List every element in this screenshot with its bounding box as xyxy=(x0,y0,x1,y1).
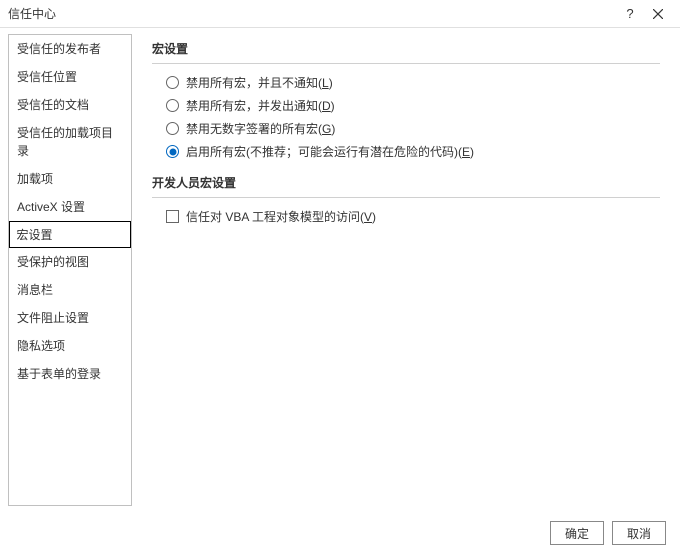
macro-radio-option[interactable]: 启用所有宏(不推荐；可能会运行有潜在危险的代码)(E) xyxy=(166,143,660,160)
sidebar-item[interactable]: 隐私选项 xyxy=(9,332,131,360)
macro-radio-option[interactable]: 禁用无数字签署的所有宏(G) xyxy=(166,120,660,137)
macro-settings-title: 宏设置 xyxy=(152,40,660,57)
macro-radio-option[interactable]: 禁用所有宏，并且不通知(L) xyxy=(166,74,660,91)
sidebar-item[interactable]: 宏设置 xyxy=(9,221,131,248)
macro-radio-option[interactable]: 禁用所有宏，并发出通知(D) xyxy=(166,97,660,114)
divider xyxy=(152,197,660,198)
window-title: 信任中心 xyxy=(8,5,616,22)
radio-icon xyxy=(166,145,179,158)
sidebar: 受信任的发布者受信任位置受信任的文档受信任的加载项目录加载项ActiveX 设置… xyxy=(8,34,132,506)
sidebar-item[interactable]: 受信任的加载项目录 xyxy=(9,119,131,165)
radio-icon xyxy=(166,122,179,135)
sidebar-item[interactable]: 受信任的文档 xyxy=(9,91,131,119)
divider xyxy=(152,63,660,64)
checkbox-label: 信任对 VBA 工程对象模型的访问(V) xyxy=(186,208,376,225)
radio-label: 禁用所有宏，并发出通知(D) xyxy=(186,97,335,114)
radio-icon xyxy=(166,99,179,112)
radio-label: 禁用所有宏，并且不通知(L) xyxy=(186,74,333,91)
sidebar-item[interactable]: 基于表单的登录 xyxy=(9,360,131,388)
vba-trust-checkbox[interactable]: 信任对 VBA 工程对象模型的访问(V) xyxy=(166,208,660,225)
sidebar-item[interactable]: 受保护的视图 xyxy=(9,248,131,276)
sidebar-item[interactable]: 消息栏 xyxy=(9,276,131,304)
titlebar: 信任中心 ? xyxy=(0,0,680,28)
ok-button[interactable]: 确定 xyxy=(550,521,604,545)
sidebar-item[interactable]: 受信任的发布者 xyxy=(9,35,131,63)
cancel-button[interactable]: 取消 xyxy=(612,521,666,545)
main-panel: 宏设置 禁用所有宏，并且不通知(L) 禁用所有宏，并发出通知(D) 禁用无数字签署的… xyxy=(132,28,680,512)
sidebar-item[interactable]: 受信任位置 xyxy=(9,63,131,91)
content-area: 受信任的发布者受信任位置受信任的文档受信任的加载项目录加载项ActiveX 设置… xyxy=(0,28,680,512)
sidebar-item[interactable]: 加载项 xyxy=(9,165,131,193)
close-button[interactable] xyxy=(644,0,672,28)
sidebar-item[interactable]: ActiveX 设置 xyxy=(9,193,131,221)
radio-label: 禁用无数字签署的所有宏(G) xyxy=(186,120,335,137)
radio-icon xyxy=(166,76,179,89)
close-icon xyxy=(653,9,663,19)
developer-macro-title: 开发人员宏设置 xyxy=(152,174,660,191)
footer: 确定 取消 xyxy=(0,512,680,554)
sidebar-item[interactable]: 文件阻止设置 xyxy=(9,304,131,332)
checkbox-icon xyxy=(166,210,179,223)
radio-label: 启用所有宏(不推荐；可能会运行有潜在危险的代码)(E) xyxy=(186,143,474,160)
macro-radio-group: 禁用所有宏，并且不通知(L) 禁用所有宏，并发出通知(D) 禁用无数字签署的所有宏(… xyxy=(166,74,660,160)
help-button[interactable]: ? xyxy=(616,0,644,28)
